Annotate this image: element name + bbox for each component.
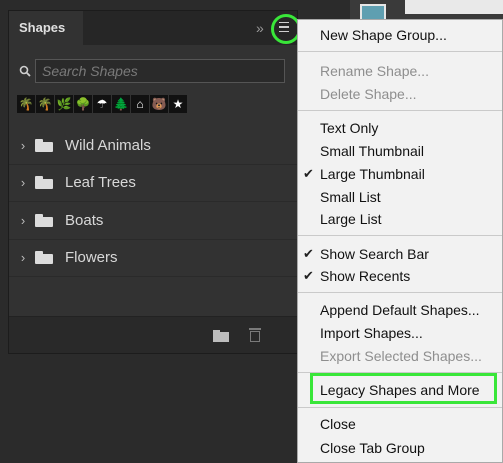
shape-group-row[interactable]: › Flowers [9, 240, 297, 277]
tab-shapes[interactable]: Shapes [9, 11, 83, 45]
menu-item-legacy-shapes[interactable]: Legacy Shapes and More [298, 379, 502, 401]
panel-footer [9, 316, 297, 353]
panel-menu-button[interactable] [274, 17, 294, 37]
menu-item-import-shapes[interactable]: Import Shapes... [298, 322, 502, 344]
menu-item-small-thumbnail[interactable]: Small Thumbnail [298, 140, 502, 162]
recent-shape-bear-icon[interactable]: 🐻 [150, 95, 168, 113]
search-input[interactable] [35, 59, 285, 83]
recent-shapes: 🌴 🌴 🌿 🌳 ☂ 🌲 ⌂ 🐻 ★ [17, 95, 187, 113]
menu-item-new-shape-group[interactable]: New Shape Group... [298, 24, 502, 46]
menu-item-delete-shape[interactable]: Delete Shape... [298, 83, 502, 105]
menu-separator [298, 372, 502, 373]
menu-item-large-thumbnail[interactable]: ✔ Large Thumbnail [298, 163, 502, 185]
recent-shape-tent-icon[interactable]: ⌂ [131, 95, 149, 113]
shape-group-label: Wild Animals [65, 136, 151, 154]
menu-item-rename-shape[interactable]: Rename Shape... [298, 60, 502, 82]
menu-separator [298, 110, 502, 111]
menu-item-label: Show Search Bar [320, 246, 429, 262]
collapse-panel-icon[interactable]: » [256, 20, 264, 36]
trash-icon[interactable] [249, 328, 261, 342]
checkmark-icon: ✔ [303, 166, 314, 181]
folder-icon [35, 138, 53, 152]
shapes-panel: Shapes » 🌴 🌴 🌿 🌳 ☂ 🌲 ⌂ 🐻 ★ › Wild Animal… [8, 10, 301, 354]
recent-shape-star-icon[interactable]: ★ [169, 95, 187, 113]
shape-group-row[interactable]: › Boats [9, 202, 297, 240]
panel-flyout-menu: New Shape Group... Rename Shape... Delet… [297, 19, 503, 463]
menu-item-close-tab-group[interactable]: Close Tab Group [298, 437, 502, 459]
menu-item-close[interactable]: Close [298, 413, 502, 435]
folder-icon [35, 213, 53, 227]
menu-item-text-only[interactable]: Text Only [298, 117, 502, 139]
search-bar [17, 59, 285, 83]
menu-separator [298, 235, 502, 236]
menu-item-show-search-bar[interactable]: ✔ Show Search Bar [298, 243, 502, 265]
menu-item-label: Show Recents [320, 268, 411, 284]
folder-icon [35, 251, 53, 265]
chevron-right-icon[interactable]: › [9, 138, 33, 153]
hamburger-icon [279, 20, 289, 34]
menu-separator [298, 51, 502, 52]
shape-group-row[interactable]: › Wild Animals [9, 127, 297, 165]
folder-icon [35, 176, 53, 190]
recent-shape-palm-icon[interactable]: 🌴 [17, 95, 35, 113]
menu-item-append-default-shapes[interactable]: Append Default Shapes... [298, 299, 502, 321]
shape-group-label: Leaf Trees [65, 174, 136, 192]
new-group-folder-icon[interactable] [213, 330, 229, 342]
search-icon [17, 59, 33, 83]
chevron-right-icon[interactable]: › [9, 250, 33, 265]
shape-group-list: › Wild Animals › Leaf Trees › Boats › Fl… [9, 127, 297, 277]
menu-separator [298, 292, 502, 293]
recent-shape-palm-icon[interactable]: 🌴 [36, 95, 54, 113]
checkmark-icon: ✔ [303, 246, 314, 261]
recent-shape-plant-icon[interactable]: 🌿 [55, 95, 73, 113]
shape-group-label: Flowers [65, 249, 118, 267]
shape-group-row[interactable]: › Leaf Trees [9, 165, 297, 202]
menu-item-show-recents[interactable]: ✔ Show Recents [298, 265, 502, 287]
chevron-right-icon[interactable]: › [9, 175, 33, 190]
menu-item-label: Large Thumbnail [320, 166, 425, 182]
menu-item-export-selected-shapes[interactable]: Export Selected Shapes... [298, 345, 502, 367]
checkmark-icon: ✔ [303, 268, 314, 283]
recent-shape-tree-icon[interactable]: 🌲 [112, 95, 130, 113]
menu-item-small-list[interactable]: Small List [298, 186, 502, 208]
menu-separator [298, 407, 502, 408]
recent-shape-umbrella-icon[interactable]: ☂ [93, 95, 111, 113]
shape-group-label: Boats [65, 211, 104, 229]
menu-item-large-list[interactable]: Large List [298, 208, 502, 230]
background-color-swatch[interactable] [405, 0, 503, 14]
chevron-right-icon[interactable]: › [9, 213, 33, 228]
recent-shape-tree-icon[interactable]: 🌳 [74, 95, 92, 113]
panel-header: Shapes » [9, 11, 301, 45]
